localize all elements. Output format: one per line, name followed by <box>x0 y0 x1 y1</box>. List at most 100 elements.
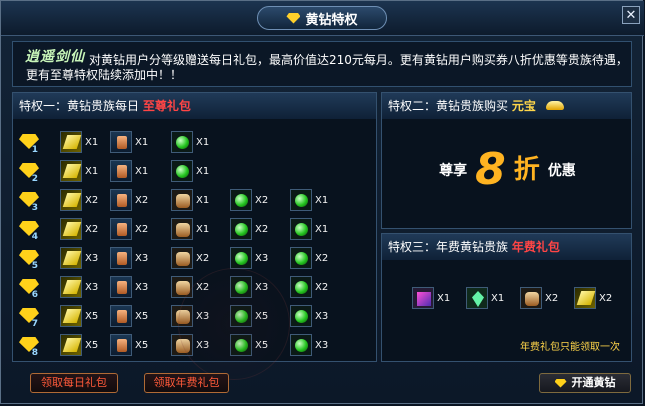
scroll-icon[interactable] <box>574 287 596 309</box>
claim-annual-gift-button[interactable]: 领取年费礼包 <box>144 373 229 393</box>
green-orb-icon[interactable] <box>171 160 193 182</box>
item-quantity: X3 <box>135 252 149 264</box>
intro-description-text: 对黄钻用户分等级赠送每日礼包，最高价值达210元每月。更有黄钻用户购买券八折优惠… <box>26 53 628 82</box>
green-orb-icon[interactable] <box>290 247 312 269</box>
gift-item: X2 <box>290 245 328 271</box>
scroll-icon[interactable] <box>60 160 82 182</box>
diamond-level-number: 3 <box>31 203 38 213</box>
scroll-icon[interactable] <box>60 131 82 153</box>
yellow-diamond-level-icon: 7 <box>18 305 40 329</box>
green-orb-icon[interactable] <box>290 334 312 356</box>
green-orb-icon[interactable] <box>171 131 193 153</box>
item-quantity: X1 <box>315 223 329 235</box>
potion-icon[interactable] <box>110 218 132 240</box>
gift-item: X1 <box>60 129 98 155</box>
intro-box: 逍遥剑仙 对黄钻用户分等级赠送每日礼包，最高价值达210元每月。更有黄钻用户购买… <box>12 41 632 87</box>
item-quantity: X1 <box>196 165 210 177</box>
scroll-icon[interactable] <box>60 189 82 211</box>
item-quantity: X2 <box>255 194 269 206</box>
scroll-icon[interactable] <box>60 247 82 269</box>
scroll-icon[interactable] <box>60 218 82 240</box>
discount-unit: 折 <box>513 155 540 185</box>
potion-icon[interactable] <box>110 276 132 298</box>
gift-box-icon[interactable] <box>412 287 434 309</box>
green-orb-icon[interactable] <box>230 218 252 240</box>
gift-item: X1 <box>171 187 209 213</box>
gift-item: X1 <box>60 158 98 184</box>
green-orb-icon[interactable] <box>290 276 312 298</box>
green-orb-icon[interactable] <box>290 305 312 327</box>
diamond-level-number: 6 <box>31 290 38 300</box>
item-quantity: X1 <box>491 292 505 304</box>
item-quantity: X2 <box>315 252 329 264</box>
diamond-level-number: 8 <box>31 348 38 358</box>
dialog-window: 黄钻特权 ✕ 逍遥剑仙 对黄钻用户分等级赠送每日礼包，最高价值达210元每月。更… <box>0 0 644 404</box>
annual-gift-item: X2 <box>520 285 558 311</box>
privilege-two-panel: 特权二：黄钻贵族购买 元宝 尊享 8 折 优惠 <box>381 92 632 229</box>
diamond-level-number: 7 <box>31 319 38 329</box>
close-button[interactable]: ✕ <box>622 6 640 24</box>
bag-icon[interactable] <box>171 218 193 240</box>
yellow-diamond-level-icon: 3 <box>18 189 40 213</box>
green-orb-icon[interactable] <box>230 189 252 211</box>
gift-item: X3 <box>60 274 98 300</box>
gift-row: 6X3X3X2X3X2 <box>18 274 328 300</box>
privilege-one-label: 特权一：黄钻贵族每日 <box>19 99 140 113</box>
gift-item: X1 <box>171 158 209 184</box>
gift-item: X1 <box>171 216 209 242</box>
window-title: 黄钻特权 <box>257 6 387 30</box>
bag-icon[interactable] <box>171 189 193 211</box>
gift-item: X3 <box>110 274 148 300</box>
green-orb-icon[interactable] <box>290 218 312 240</box>
potion-icon[interactable] <box>110 305 132 327</box>
background-watermark <box>178 268 290 380</box>
gift-row: 8X5X5X3X5X3 <box>18 332 328 358</box>
scroll-icon[interactable] <box>60 276 82 298</box>
privilege-three-highlight: 年费礼包 <box>511 240 560 254</box>
gift-item: X1 <box>290 216 328 242</box>
gift-item: X5 <box>110 303 148 329</box>
diamond-level-number: 4 <box>31 232 38 242</box>
privilege-one-panel: 特权一：黄钻贵族每日 至尊礼包 1 X1 X1 X1 2 X1 X1 X1 3 X2 X2 X1 X2 X… <box>12 92 377 380</box>
open-yellow-diamond-label: 开通黄钻 <box>571 376 616 389</box>
bag-icon[interactable] <box>520 287 542 309</box>
potion-icon[interactable] <box>110 160 132 182</box>
yellow-diamond-icon <box>286 12 301 24</box>
privilege-two-header: 特权二：黄钻贵族购买 元宝 <box>382 93 631 119</box>
item-quantity: X1 <box>85 165 99 177</box>
item-quantity: X2 <box>545 292 559 304</box>
item-quantity: X1 <box>196 194 210 206</box>
claim-daily-gift-button[interactable]: 领取每日礼包 <box>30 373 118 393</box>
annual-gift-item: X2 <box>574 285 612 311</box>
gift-item: X2 <box>60 187 98 213</box>
window-title-text: 黄钻特权 <box>305 12 358 28</box>
gift-item: X3 <box>290 303 328 329</box>
diamond-level-number: 1 <box>31 145 38 155</box>
green-orb-icon[interactable] <box>290 189 312 211</box>
discount-suffix: 优惠 <box>547 163 576 179</box>
item-quantity: X1 <box>135 165 149 177</box>
item-quantity: X5 <box>135 310 149 322</box>
potion-icon[interactable] <box>110 189 132 211</box>
leaf-icon[interactable] <box>466 287 488 309</box>
item-quantity: X2 <box>85 194 99 206</box>
potion-icon[interactable] <box>110 131 132 153</box>
scroll-icon[interactable] <box>60 334 82 356</box>
gift-item: X5 <box>60 332 98 358</box>
gift-item: X2 <box>290 274 328 300</box>
annual-gift-note: 年费礼包只能领取一次 <box>520 342 620 353</box>
open-yellow-diamond-button[interactable]: 开通黄钻 <box>539 373 631 393</box>
bag-icon[interactable] <box>171 247 193 269</box>
green-orb-icon[interactable] <box>230 247 252 269</box>
scroll-icon[interactable] <box>60 305 82 327</box>
potion-icon[interactable] <box>110 247 132 269</box>
gift-item: X1 <box>290 187 328 213</box>
gift-item: X5 <box>110 332 148 358</box>
potion-icon[interactable] <box>110 334 132 356</box>
item-quantity: X3 <box>135 281 149 293</box>
discount-banner: 尊享 8 折 优惠 <box>382 148 633 192</box>
annual-gift-item: X1 <box>412 285 450 311</box>
item-quantity: X1 <box>196 136 210 148</box>
discount-prefix: 尊享 <box>439 163 468 179</box>
privilege-two-highlight: 元宝 <box>511 99 536 113</box>
